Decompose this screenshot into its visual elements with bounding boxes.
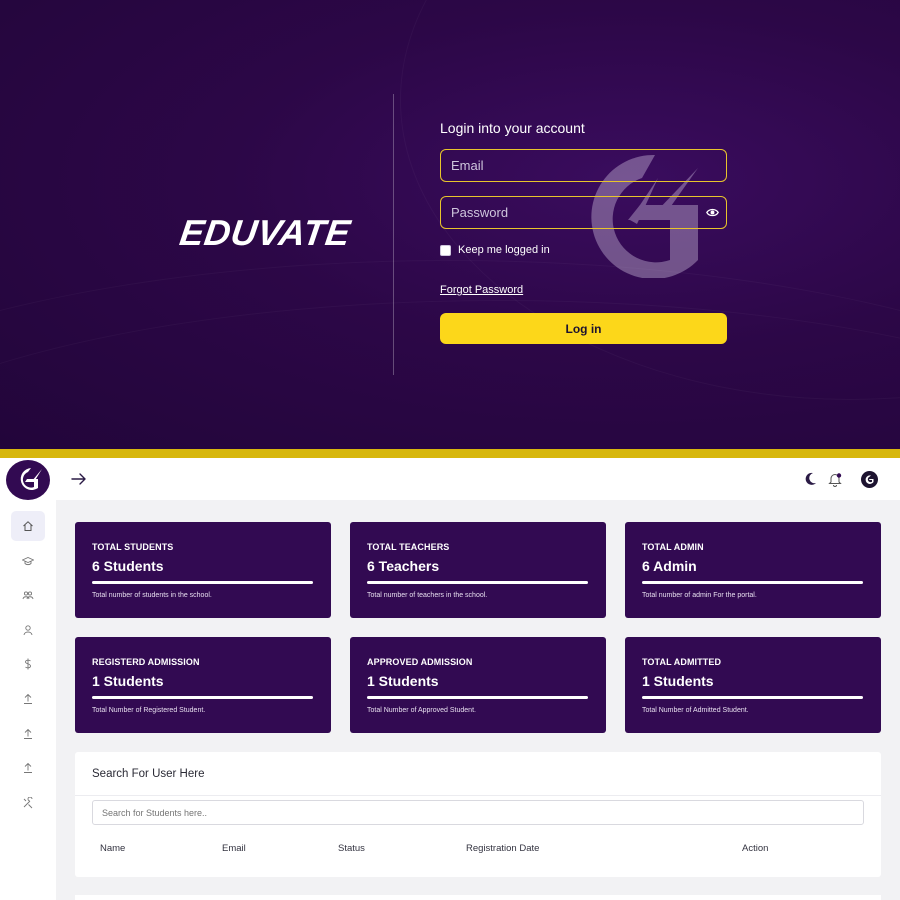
sidebar-item-payments[interactable]	[11, 649, 45, 679]
stat-card-registered-admission[interactable]: REGISTERD ADMISSION 1 Students Total Num…	[75, 637, 331, 733]
search-panel-divider	[75, 795, 881, 796]
card-value: 6 Teachers	[367, 558, 440, 574]
stat-card-total-students[interactable]: TOTAL STUDENTS 6 Students Total number o…	[75, 522, 331, 618]
card-description: Total number of students in the school.	[92, 592, 212, 599]
login-title: Login into your account	[440, 120, 585, 136]
card-title: REGISTERD ADMISSION	[92, 657, 200, 667]
card-title: TOTAL TEACHERS	[367, 542, 450, 552]
card-bar	[642, 696, 863, 699]
card-value: 1 Students	[92, 673, 164, 689]
card-description: Total number of admin For the portal.	[642, 592, 757, 599]
column-header-status[interactable]: Status	[338, 843, 365, 854]
login-screen: EDUVATE Login into your account Email Pa…	[0, 0, 900, 450]
group-icon	[22, 591, 34, 600]
keep-logged-in-checkbox[interactable]	[440, 244, 451, 256]
card-value: 1 Students	[642, 673, 714, 689]
search-panel-title: Search For User Here	[92, 768, 205, 780]
sidebar-item-home[interactable]	[11, 511, 45, 541]
card-bar	[92, 581, 313, 584]
lower-panel	[75, 895, 881, 900]
section-separator	[0, 449, 900, 458]
card-bar	[367, 581, 588, 584]
email-field[interactable]: Email	[440, 149, 727, 182]
card-value: 6 Students	[92, 558, 164, 574]
card-description: Total number of teachers in the school.	[367, 592, 488, 599]
card-value: 6 Admin	[642, 558, 697, 574]
keep-logged-in[interactable]: Keep me logged in	[440, 244, 550, 256]
keep-logged-in-label: Keep me logged in	[458, 244, 550, 256]
card-title: TOTAL ADMIN	[642, 542, 704, 552]
login-button[interactable]: Log in	[440, 313, 727, 344]
sidebar-item-teachers[interactable]	[11, 580, 45, 610]
stat-card-approved-admission[interactable]: APPROVED ADMISSION 1 Students Total Numb…	[350, 637, 606, 733]
card-bar	[642, 581, 863, 584]
card-description: Total Number of Registered Student.	[92, 707, 206, 714]
upload-icon	[24, 762, 32, 773]
card-title: TOTAL STUDENTS	[92, 542, 174, 552]
search-panel: Search For User Here Name Email Status R…	[75, 752, 881, 877]
card-bar	[92, 696, 313, 699]
card-bar	[367, 696, 588, 699]
stat-card-total-teachers[interactable]: TOTAL TEACHERS 6 Teachers Total number o…	[350, 522, 606, 618]
sidebar-item-upload-3[interactable]	[11, 753, 45, 783]
home-icon	[23, 521, 33, 531]
card-description: Total Number of Approved Student.	[367, 707, 476, 714]
card-description: Total Number of Admitted Student.	[642, 707, 749, 714]
password-field[interactable]: Password	[440, 196, 727, 229]
column-header-name[interactable]: Name	[100, 843, 125, 854]
sidebar-item-students[interactable]	[11, 546, 45, 576]
sidebar-item-users[interactable]	[11, 615, 45, 645]
avatar-icon[interactable]	[861, 471, 878, 488]
vertical-divider	[393, 94, 394, 375]
sidebar-item-upload-1[interactable]	[11, 684, 45, 714]
column-header-email[interactable]: Email	[222, 843, 246, 854]
email-placeholder: Email	[451, 158, 484, 173]
logo-icon[interactable]	[6, 460, 50, 500]
brand-logo-text: EDUVATE	[177, 212, 354, 253]
dollar-icon	[25, 658, 31, 670]
dashboard-topbar	[0, 458, 900, 500]
card-value: 1 Students	[367, 673, 439, 689]
stat-card-total-admitted[interactable]: TOTAL ADMITTED 1 Students Total Number o…	[625, 637, 881, 733]
upload-icon	[24, 728, 32, 739]
card-title: TOTAL ADMITTED	[642, 657, 722, 667]
sidebar	[0, 500, 56, 900]
column-header-registration-date[interactable]: Registration Date	[466, 843, 539, 854]
forgot-password-link[interactable]: Forgot Password	[440, 284, 523, 296]
bell-icon[interactable]	[828, 472, 842, 487]
sidebar-item-tools[interactable]	[11, 788, 45, 818]
password-placeholder: Password	[451, 205, 509, 220]
arrow-right-icon[interactable]	[71, 471, 87, 487]
eye-icon[interactable]	[706, 206, 719, 219]
graduation-cap-icon	[22, 557, 34, 566]
card-title: APPROVED ADMISSION	[367, 657, 473, 667]
moon-icon[interactable]	[805, 472, 817, 485]
tools-icon	[23, 797, 33, 809]
search-input[interactable]	[92, 800, 864, 825]
sidebar-item-upload-2[interactable]	[11, 719, 45, 749]
stat-card-total-admin[interactable]: TOTAL ADMIN 6 Admin Total number of admi…	[625, 522, 881, 618]
user-icon	[23, 625, 33, 636]
upload-icon	[24, 693, 32, 704]
column-header-action[interactable]: Action	[742, 843, 768, 854]
